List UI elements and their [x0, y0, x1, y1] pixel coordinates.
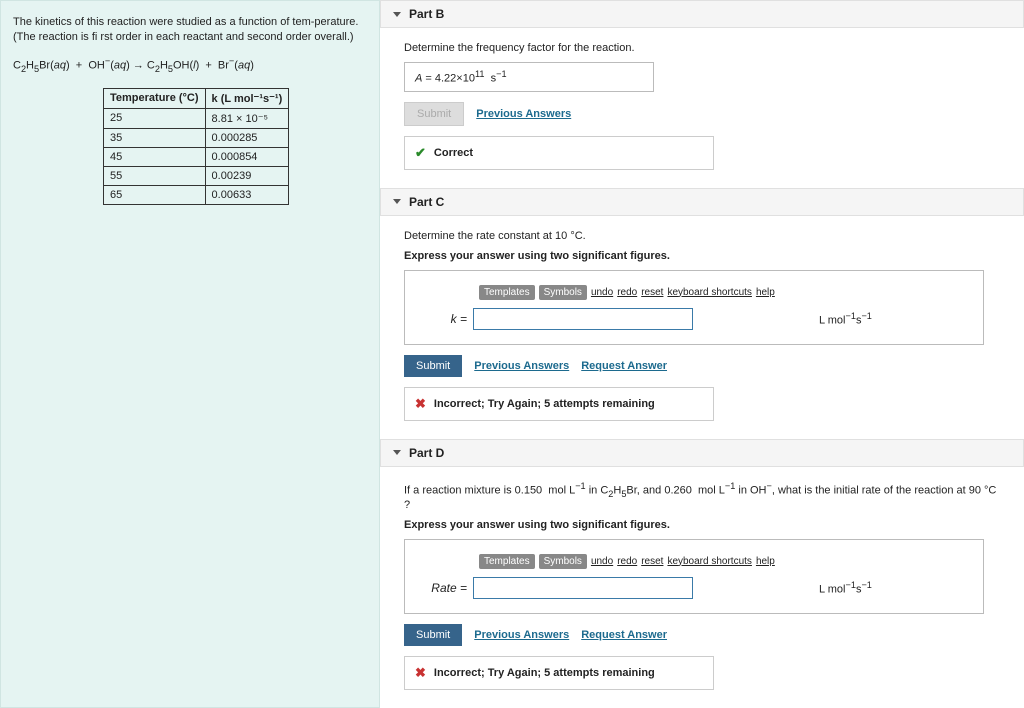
- answer-input-d[interactable]: [473, 577, 693, 599]
- caret-down-icon: [393, 199, 401, 204]
- problem-intro: The kinetics of this reaction were studi…: [13, 15, 367, 46]
- part-c-instruct: Express your answer using two significan…: [404, 250, 1000, 262]
- part-b-header[interactable]: Part B: [380, 0, 1024, 28]
- templates-button[interactable]: Templates: [479, 554, 535, 569]
- feedback-text-b: Correct: [434, 147, 473, 159]
- prev-answers-link-d[interactable]: Previous Answers: [474, 629, 569, 641]
- feedback-text-d: Incorrect; Try Again; 5 attempts remaini…: [434, 667, 655, 679]
- table-row: 550.00239: [104, 166, 289, 185]
- reaction-equation: C2H5Br(aq) + OH−(aq) → C2H5OH(l) + Br−(a…: [13, 56, 367, 74]
- redo-button[interactable]: redo: [617, 556, 637, 567]
- table-row: 650.00633: [104, 185, 289, 204]
- part-c-header[interactable]: Part C: [380, 188, 1024, 216]
- part-d-label: Part D: [409, 446, 444, 460]
- submit-button-b: Submit: [404, 102, 464, 126]
- editor-toolbar: Templates Symbols undo redo reset keyboa…: [479, 285, 965, 300]
- undo-button[interactable]: undo: [591, 287, 613, 298]
- x-icon: ✖: [415, 396, 426, 412]
- var-label-k: k =: [423, 312, 467, 326]
- table-row: 258.81 × 10⁻⁵: [104, 108, 289, 128]
- answer-editor-c: Templates Symbols undo redo reset keyboa…: [404, 270, 984, 345]
- part-b-question: Determine the frequency factor for the r…: [404, 42, 1000, 54]
- prev-answers-link-c[interactable]: Previous Answers: [474, 360, 569, 372]
- undo-button[interactable]: undo: [591, 556, 613, 567]
- problem-panel: The kinetics of this reaction were studi…: [0, 0, 380, 708]
- caret-down-icon: [393, 450, 401, 455]
- feedback-text-c: Incorrect; Try Again; 5 attempts remaini…: [434, 398, 655, 410]
- part-c-content: Determine the rate constant at 10 °C. Ex…: [380, 220, 1024, 439]
- part-d-instruct: Express your answer using two significan…: [404, 519, 1000, 531]
- request-answer-link-d[interactable]: Request Answer: [581, 629, 667, 641]
- editor-toolbar-d: Templates Symbols undo redo reset keyboa…: [479, 554, 965, 569]
- part-c-label: Part C: [409, 195, 444, 209]
- table-row: 350.000285: [104, 128, 289, 147]
- check-icon: ✔: [415, 145, 426, 161]
- caret-down-icon: [393, 12, 401, 17]
- symbols-button[interactable]: Symbols: [539, 285, 587, 300]
- submit-button-c[interactable]: Submit: [404, 355, 462, 377]
- templates-button[interactable]: Templates: [479, 285, 535, 300]
- part-b-content: Determine the frequency factor for the r…: [380, 32, 1024, 188]
- reset-button[interactable]: reset: [641, 556, 663, 567]
- part-d-content: If a reaction mixture is 0.150 mol L−1 i…: [380, 471, 1024, 708]
- part-d-question: If a reaction mixture is 0.150 mol L−1 i…: [404, 481, 1000, 511]
- part-b-answer: A = 4.22×1011 s−1: [404, 62, 654, 92]
- submit-button-d[interactable]: Submit: [404, 624, 462, 646]
- prev-answers-link-b[interactable]: Previous Answers: [476, 108, 571, 120]
- answer-input-c[interactable]: [473, 308, 693, 330]
- var-label-rate: Rate =: [423, 581, 467, 595]
- table-header-row: Temperature (°C) k (L mol⁻¹s⁻¹): [104, 88, 289, 108]
- symbols-button[interactable]: Symbols: [539, 554, 587, 569]
- part-d-header[interactable]: Part D: [380, 439, 1024, 467]
- help-link[interactable]: help: [756, 287, 775, 298]
- kinetics-table: Temperature (°C) k (L mol⁻¹s⁻¹) 258.81 ×…: [103, 88, 289, 205]
- part-c-question: Determine the rate constant at 10 °C.: [404, 230, 1000, 242]
- part-b-label: Part B: [409, 7, 444, 21]
- unit-c: L mol−1s−1: [819, 311, 872, 327]
- feedback-incorrect-c: ✖ Incorrect; Try Again; 5 attempts remai…: [404, 387, 714, 421]
- x-icon: ✖: [415, 665, 426, 681]
- table-header-k: k (L mol⁻¹s⁻¹): [205, 88, 289, 108]
- keyboard-shortcuts-link[interactable]: keyboard shortcuts: [667, 287, 752, 298]
- reset-button[interactable]: reset: [641, 287, 663, 298]
- redo-button[interactable]: redo: [617, 287, 637, 298]
- answer-panel: Part B Determine the frequency factor fo…: [380, 0, 1024, 708]
- feedback-correct: ✔ Correct: [404, 136, 714, 170]
- table-row: 450.000854: [104, 147, 289, 166]
- feedback-incorrect-d: ✖ Incorrect; Try Again; 5 attempts remai…: [404, 656, 714, 690]
- answer-editor-d: Templates Symbols undo redo reset keyboa…: [404, 539, 984, 614]
- unit-d: L mol−1s−1: [819, 580, 872, 596]
- help-link[interactable]: help: [756, 556, 775, 567]
- keyboard-shortcuts-link[interactable]: keyboard shortcuts: [667, 556, 752, 567]
- table-header-temp: Temperature (°C): [104, 88, 206, 108]
- request-answer-link-c[interactable]: Request Answer: [581, 360, 667, 372]
